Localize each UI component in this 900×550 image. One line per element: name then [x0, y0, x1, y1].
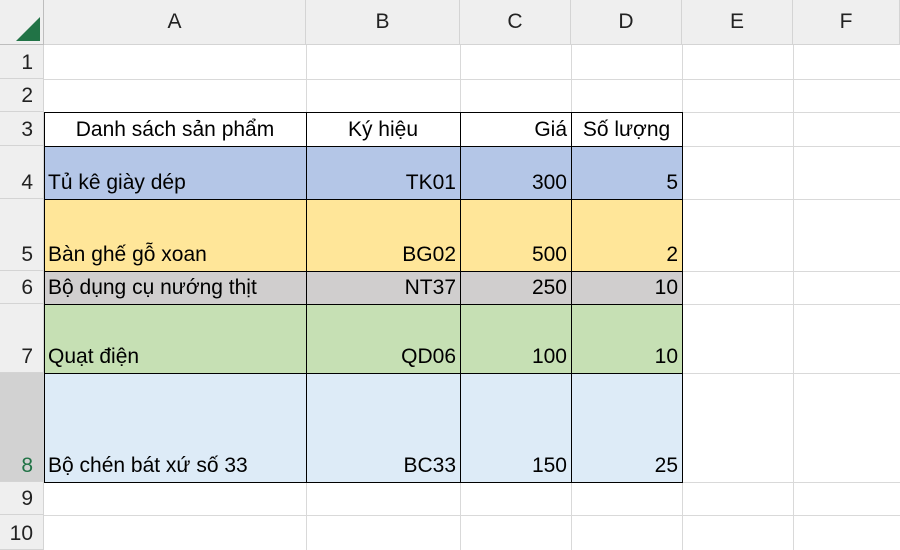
gridline-v — [793, 45, 794, 550]
cell-quantity[interactable]: 25 — [571, 373, 682, 482]
column-header-a[interactable]: A — [44, 0, 306, 45]
select-all-triangle-icon — [16, 17, 40, 41]
cell-quantity[interactable]: 5 — [571, 146, 682, 199]
cell-price[interactable]: 300 — [460, 146, 571, 199]
cell-code[interactable]: QD06 — [306, 304, 460, 373]
column-header-c[interactable]: C — [460, 0, 571, 45]
table-border-v — [682, 112, 683, 482]
header-danh-sach[interactable]: Danh sách sản phẩm — [44, 112, 306, 146]
cell-code[interactable]: BG02 — [306, 199, 460, 271]
cell-code[interactable]: TK01 — [306, 146, 460, 199]
cell-product-name[interactable]: Bàn ghế gỗ xoan — [44, 199, 306, 271]
row-header-8[interactable]: 8 — [0, 373, 44, 482]
row-header-7[interactable]: 7 — [0, 304, 44, 373]
gridline-h — [44, 515, 900, 516]
cell-product-name[interactable]: Tủ kê giày dép — [44, 146, 306, 199]
row-header-5[interactable]: 5 — [0, 199, 44, 271]
cell-code[interactable]: BC33 — [306, 373, 460, 482]
cell-price[interactable]: 100 — [460, 304, 571, 373]
cell-product-name[interactable]: Bộ chén bát xứ số 33 — [44, 373, 306, 482]
column-header-e[interactable]: E — [682, 0, 793, 45]
cell-quantity[interactable]: 10 — [571, 304, 682, 373]
row-header-1[interactable]: 1 — [0, 45, 44, 79]
cell-code[interactable]: NT37 — [306, 271, 460, 304]
header-so-luong[interactable]: Số lượng — [571, 112, 682, 146]
column-header-b[interactable]: B — [306, 0, 460, 45]
header-gia[interactable]: Giá — [460, 112, 571, 146]
select-all-corner[interactable] — [0, 0, 44, 45]
row-header-9[interactable]: 9 — [0, 482, 44, 515]
cell-price[interactable]: 250 — [460, 271, 571, 304]
header-ky-hieu[interactable]: Ký hiệu — [306, 112, 460, 146]
row-header-4[interactable]: 4 — [0, 146, 44, 199]
cell-quantity[interactable]: 10 — [571, 271, 682, 304]
cell-price[interactable]: 500 — [460, 199, 571, 271]
row-header-2[interactable]: 2 — [0, 79, 44, 112]
row-header-6[interactable]: 6 — [0, 271, 44, 304]
table-border-h — [44, 482, 683, 483]
row-header-10[interactable]: 10 — [0, 515, 44, 550]
gridline-h — [44, 79, 900, 80]
column-header-d[interactable]: D — [571, 0, 682, 45]
cell-product-name[interactable]: Quạt điện — [44, 304, 306, 373]
cell-quantity[interactable]: 2 — [571, 199, 682, 271]
cell-price[interactable]: 150 — [460, 373, 571, 482]
column-header-f[interactable]: F — [793, 0, 900, 45]
spreadsheet-grid: A B C D E F 1 2 3 4 5 6 7 8 9 10 Danh sách sản phẩm Ký hi… — [0, 0, 900, 550]
cell-product-name[interactable]: Bộ dụng cụ nướng thịt — [44, 271, 306, 304]
row-header-3[interactable]: 3 — [0, 112, 44, 146]
